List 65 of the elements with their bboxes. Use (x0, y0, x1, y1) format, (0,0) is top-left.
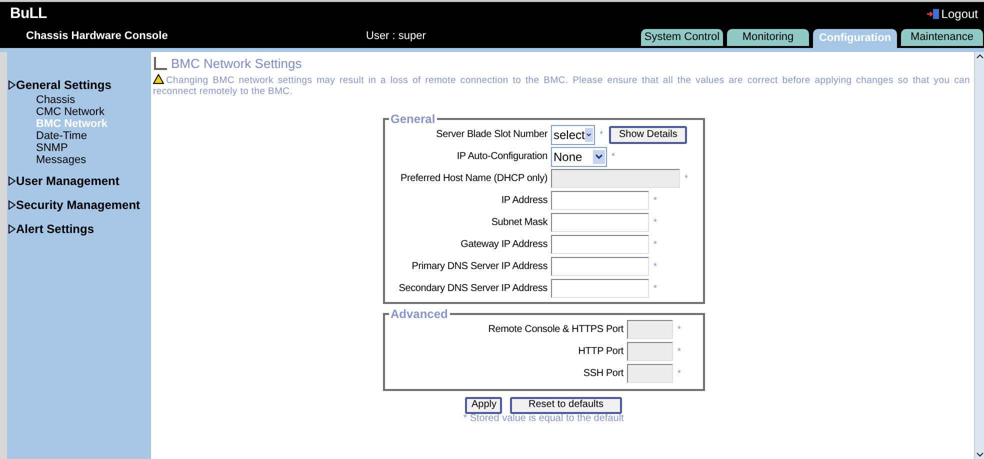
footnote: * Stored value is equal to the default (463, 414, 624, 424)
text-field[interactable] (550, 279, 648, 298)
text-field[interactable] (550, 235, 648, 254)
dropdown-select[interactable]: None (550, 146, 606, 166)
field-label: Secondary DNS Server IP Address (398, 282, 548, 296)
required-marker: * (600, 128, 604, 141)
sidebar-section[interactable]: General Settings (8, 76, 151, 94)
required-marker: * (654, 260, 658, 273)
nav-tab[interactable]: Monitoring (727, 29, 809, 46)
dropdown-select[interactable]: select (550, 124, 594, 144)
field-label: HTTP Port (577, 345, 625, 359)
field-label: Remote Console & HTTPS Port (487, 323, 625, 337)
triangle-right-icon (8, 224, 16, 234)
sidebar-section[interactable]: User Management (8, 172, 151, 190)
sidebar-item[interactable]: Chassis (8, 94, 151, 106)
sidebar-section[interactable]: Security Management (8, 196, 151, 214)
field-label: Preferred Host Name (DHCP only) (400, 172, 548, 186)
show-details-button[interactable]: Show Details (609, 126, 688, 144)
corner-bracket-icon (153, 56, 167, 71)
required-marker: * (678, 344, 682, 358)
sidebar-item[interactable]: Messages (8, 154, 151, 166)
field-label: Primary DNS Server IP Address (410, 260, 548, 274)
sidebar-item[interactable]: SNMP (8, 142, 151, 154)
field-label: Subnet Mask (490, 216, 549, 230)
triangle-right-icon (8, 200, 16, 210)
required-marker: * (654, 216, 658, 229)
field-label: Server Blade Slot Number (435, 128, 548, 142)
nav-tab[interactable]: Maintenance (901, 29, 983, 46)
logo: BuLL (10, 4, 47, 24)
exit-door-icon (927, 8, 940, 20)
field-label: Gateway IP Address (460, 238, 548, 252)
nav-tab[interactable]: System Control (641, 29, 723, 46)
logout-link[interactable]: Logout (927, 5, 978, 23)
page-title: BMC Network Settings (171, 55, 302, 73)
warning-icon (153, 74, 164, 84)
triangle-right-icon (8, 80, 16, 90)
form-button[interactable]: Apply (465, 396, 502, 414)
required-marker: * (654, 282, 658, 295)
required-marker: * (678, 366, 682, 380)
scroll-down-icon[interactable] (976, 451, 984, 459)
scrollbar[interactable] (974, 52, 984, 459)
form-button[interactable]: Reset to defaults (510, 396, 622, 414)
required-marker: * (612, 150, 616, 163)
required-marker: * (684, 172, 688, 185)
group-legend: General (388, 112, 438, 126)
scroll-up-icon[interactable] (976, 52, 984, 60)
sidebar-item[interactable]: Date-Time (8, 130, 151, 142)
triangle-right-icon (8, 176, 16, 186)
field-label: SSH Port (582, 367, 625, 381)
required-marker: * (678, 322, 682, 336)
console-title: Chassis Hardware Console (26, 28, 169, 44)
text-field[interactable] (550, 213, 648, 232)
required-marker: * (654, 238, 658, 251)
required-marker: * (654, 194, 658, 207)
text-field[interactable] (550, 191, 648, 210)
sidebar-section[interactable]: Alert Settings (8, 220, 151, 238)
user-label: User : super (366, 28, 427, 44)
sidebar-item[interactable]: CMC Network (8, 106, 151, 118)
text-field[interactable] (550, 257, 648, 276)
warning-text: Changing BMC network settings may result in a loss of remote connection to the BMC. Please ensure that all the values are correct before applying changes so that you can reconnect remotely to the BMC. (153, 74, 971, 96)
field-label: IP Address (500, 194, 548, 208)
chevron-down-icon (584, 128, 592, 142)
chevron-down-icon (592, 150, 604, 164)
group-legend: Advanced (388, 308, 450, 320)
field-label: IP Auto-Configuration (456, 150, 548, 164)
